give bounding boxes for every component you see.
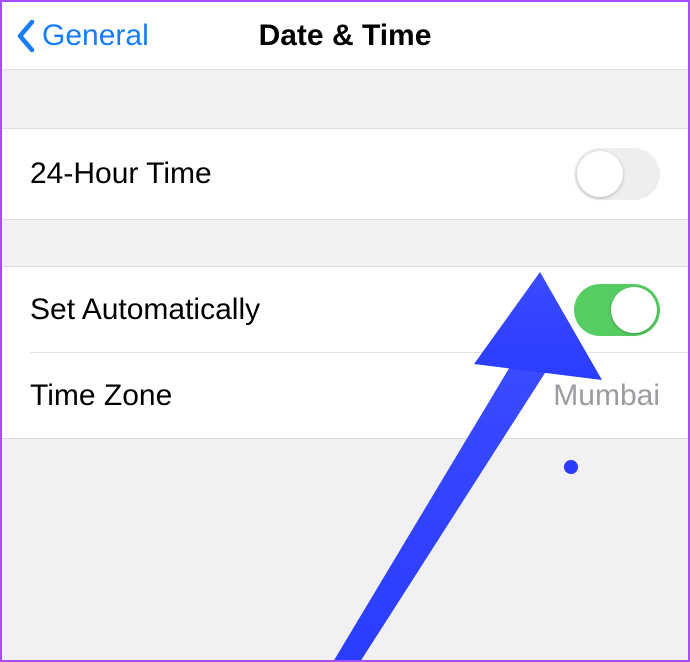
section-gap [2, 220, 688, 266]
section-gap [2, 70, 688, 128]
back-button[interactable]: General [2, 19, 149, 53]
row-set-automatically[interactable]: Set Automatically [2, 266, 688, 352]
time-zone-value: Mumbai [553, 379, 660, 413]
toggle-knob [611, 287, 657, 333]
row-label: Time Zone [30, 379, 172, 413]
navbar: General Date & Time [2, 2, 688, 70]
settings-screen: General Date & Time 24-Hour Time Set Aut… [0, 0, 690, 662]
toggle-set-automatically[interactable] [574, 284, 660, 336]
row-label: 24-Hour Time [30, 157, 212, 191]
row-label: Set Automatically [30, 293, 260, 327]
row-24-hour-time[interactable]: 24-Hour Time [2, 128, 688, 220]
row-time-zone[interactable]: Time Zone Mumbai [2, 353, 688, 439]
annotation-dot-icon [564, 460, 578, 474]
toggle-knob [577, 151, 623, 197]
back-label: General [42, 19, 149, 53]
toggle-24-hour[interactable] [574, 148, 660, 200]
chevron-left-icon [16, 19, 36, 53]
